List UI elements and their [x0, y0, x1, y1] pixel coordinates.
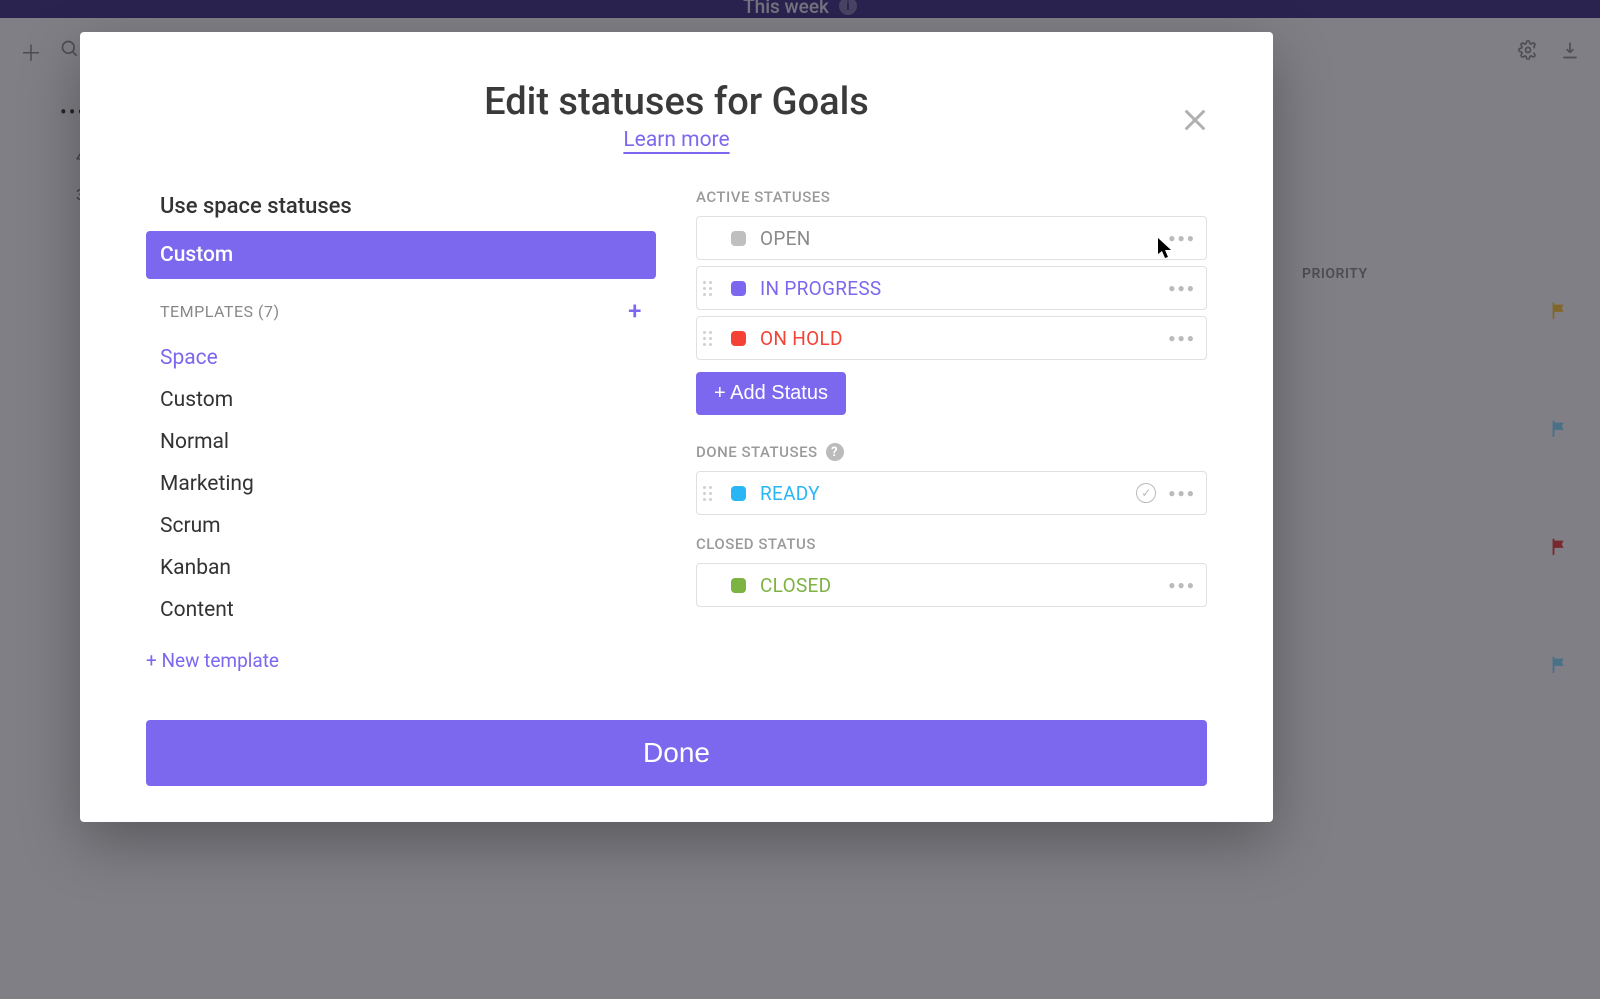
template-item-scrum[interactable]: Scrum: [160, 505, 642, 547]
status-name-label: IN PROGRESS: [760, 277, 882, 300]
more-options-icon[interactable]: ●●●: [1168, 281, 1196, 295]
drag-handle-icon: [703, 231, 721, 246]
new-template-button[interactable]: + New template: [146, 635, 656, 672]
add-template-icon[interactable]: +: [628, 297, 642, 325]
add-status-button[interactable]: + Add Status: [696, 372, 846, 415]
drag-handle-icon: [703, 578, 721, 593]
more-options-icon[interactable]: ●●●: [1168, 231, 1196, 245]
closed-status-label: CLOSED STATUS: [696, 535, 1207, 553]
status-color-swatch[interactable]: [731, 281, 746, 296]
status-color-swatch[interactable]: [731, 331, 746, 346]
status-name-label: ON HOLD: [760, 327, 843, 350]
status-color-swatch[interactable]: [731, 231, 746, 246]
drag-handle-icon[interactable]: [703, 331, 721, 346]
done-button[interactable]: Done: [146, 720, 1207, 786]
learn-more-link[interactable]: Learn more: [80, 128, 1273, 152]
status-row-on-hold[interactable]: ON HOLD ●●●: [696, 316, 1207, 360]
status-row-ready[interactable]: READY ✓ ●●●: [696, 471, 1207, 515]
template-item-kanban[interactable]: Kanban: [160, 547, 642, 589]
check-circle-icon[interactable]: ✓: [1136, 483, 1156, 503]
custom-option-selected[interactable]: Custom: [146, 231, 656, 279]
done-statuses-label: DONE STATUSES ?: [696, 443, 1207, 461]
use-space-statuses-option[interactable]: Use space statuses: [146, 188, 656, 225]
templates-panel: Use space statuses Custom TEMPLATES (7) …: [146, 188, 656, 672]
status-row-open[interactable]: OPEN ●●●: [696, 216, 1207, 260]
template-item-marketing[interactable]: Marketing: [160, 463, 642, 505]
status-color-swatch[interactable]: [731, 486, 746, 501]
status-name-label: CLOSED: [760, 574, 831, 597]
status-row-in-progress[interactable]: IN PROGRESS ●●●: [696, 266, 1207, 310]
more-options-icon[interactable]: ●●●: [1168, 486, 1196, 500]
active-statuses-label: ACTIVE STATUSES: [696, 188, 1207, 206]
more-options-icon[interactable]: ●●●: [1168, 331, 1196, 345]
status-color-swatch[interactable]: [731, 578, 746, 593]
drag-handle-icon[interactable]: [703, 281, 721, 296]
edit-statuses-modal: Edit statuses for Goals Learn more Use s…: [80, 32, 1273, 822]
status-name-label: READY: [760, 482, 820, 505]
template-item-space[interactable]: Space: [160, 337, 642, 379]
drag-handle-icon[interactable]: [703, 486, 721, 501]
more-options-icon[interactable]: ●●●: [1168, 578, 1196, 592]
template-item-content[interactable]: Content: [160, 589, 642, 631]
templates-header-label: TEMPLATES (7): [160, 302, 280, 321]
status-row-closed[interactable]: CLOSED ●●●: [696, 563, 1207, 607]
status-name-label: OPEN: [760, 227, 811, 250]
statuses-panel: ACTIVE STATUSES OPEN●●●IN PROGRESS●●●ON …: [696, 188, 1207, 672]
template-item-custom[interactable]: Custom: [160, 379, 642, 421]
templates-header: TEMPLATES (7) +: [146, 289, 656, 333]
template-item-normal[interactable]: Normal: [160, 421, 642, 463]
help-icon[interactable]: ?: [826, 443, 844, 461]
modal-title: Edit statuses for Goals: [80, 80, 1273, 124]
close-button[interactable]: [1175, 100, 1215, 140]
